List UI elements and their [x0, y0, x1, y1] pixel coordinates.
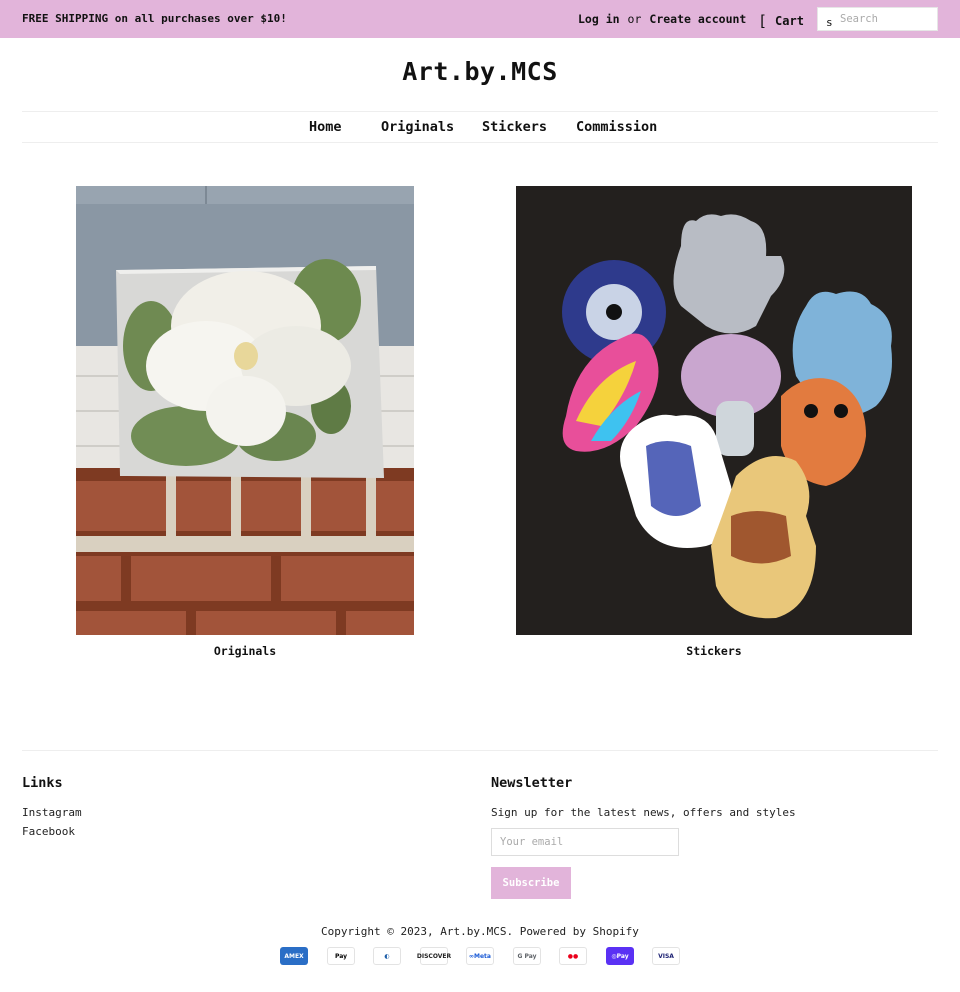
search-icon[interactable]: s [826, 16, 833, 29]
stickers-image[interactable] [516, 186, 912, 635]
amex-payment-icon: AMEX [280, 947, 308, 965]
newsletter-heading: Newsletter [491, 775, 573, 791]
links-heading: Links [22, 775, 63, 791]
email-field[interactable] [491, 828, 679, 856]
magnolia-painting-image [76, 186, 414, 635]
meta-pay-payment-icon: ∞Meta [466, 947, 494, 965]
account-links: Log in or Create account [578, 12, 746, 26]
discover-payment-icon: DISCOVER [417, 947, 451, 965]
cart-label: Cart [775, 14, 804, 28]
cart-icon: [ [758, 12, 768, 30]
nav-commission[interactable]: Commission [576, 119, 657, 135]
newsletter-text: Sign up for the latest news, offers and … [491, 806, 796, 819]
nav-stickers[interactable]: Stickers [482, 119, 547, 135]
stickers-caption[interactable]: Stickers [516, 644, 912, 658]
originals-image[interactable] [76, 186, 414, 635]
footer-link-facebook[interactable]: Facebook [22, 825, 75, 838]
cart-link[interactable]: [ Cart [758, 11, 804, 30]
collection-originals[interactable]: Originals [76, 186, 414, 666]
shop-pay-payment-icon: ◎Pay [606, 947, 634, 965]
site-logo[interactable]: Art.by.MCS [0, 57, 960, 86]
mastercard-payment-icon: ●● [559, 947, 587, 965]
sticker-collage-image [516, 186, 912, 635]
subscribe-button[interactable]: Subscribe [491, 867, 571, 899]
search-box[interactable]: s [817, 7, 938, 31]
nav-originals[interactable]: Originals [381, 119, 454, 135]
or-text: or [627, 12, 642, 26]
announcement-bar: FREE SHIPPING on all purchases over $10!… [0, 0, 960, 38]
apple-pay-payment-icon: Pay [327, 947, 355, 965]
login-link[interactable]: Log in [578, 12, 620, 26]
main-nav: Home Originals Stickers Commission [22, 111, 938, 143]
google-pay-payment-icon: G Pay [513, 947, 541, 965]
visa-payment-icon: VISA [652, 947, 680, 965]
footer-divider [22, 750, 938, 751]
nav-home[interactable]: Home [309, 119, 342, 135]
create-account-link[interactable]: Create account [649, 12, 746, 26]
collection-stickers[interactable]: Stickers [516, 186, 912, 666]
diners-payment-icon: ◐ [373, 947, 401, 965]
copyright-text: Copyright © 2023, Art.by.MCS. Powered by… [321, 925, 639, 938]
footer-link-instagram[interactable]: Instagram [22, 806, 82, 819]
search-input[interactable] [840, 10, 935, 28]
free-shipping-text: FREE SHIPPING on all purchases over $10! [22, 12, 287, 25]
payment-icons: AMEX Pay ◐ DISCOVER ∞Meta G Pay ●● ◎Pay VISA [280, 947, 680, 967]
originals-caption[interactable]: Originals [76, 644, 414, 658]
